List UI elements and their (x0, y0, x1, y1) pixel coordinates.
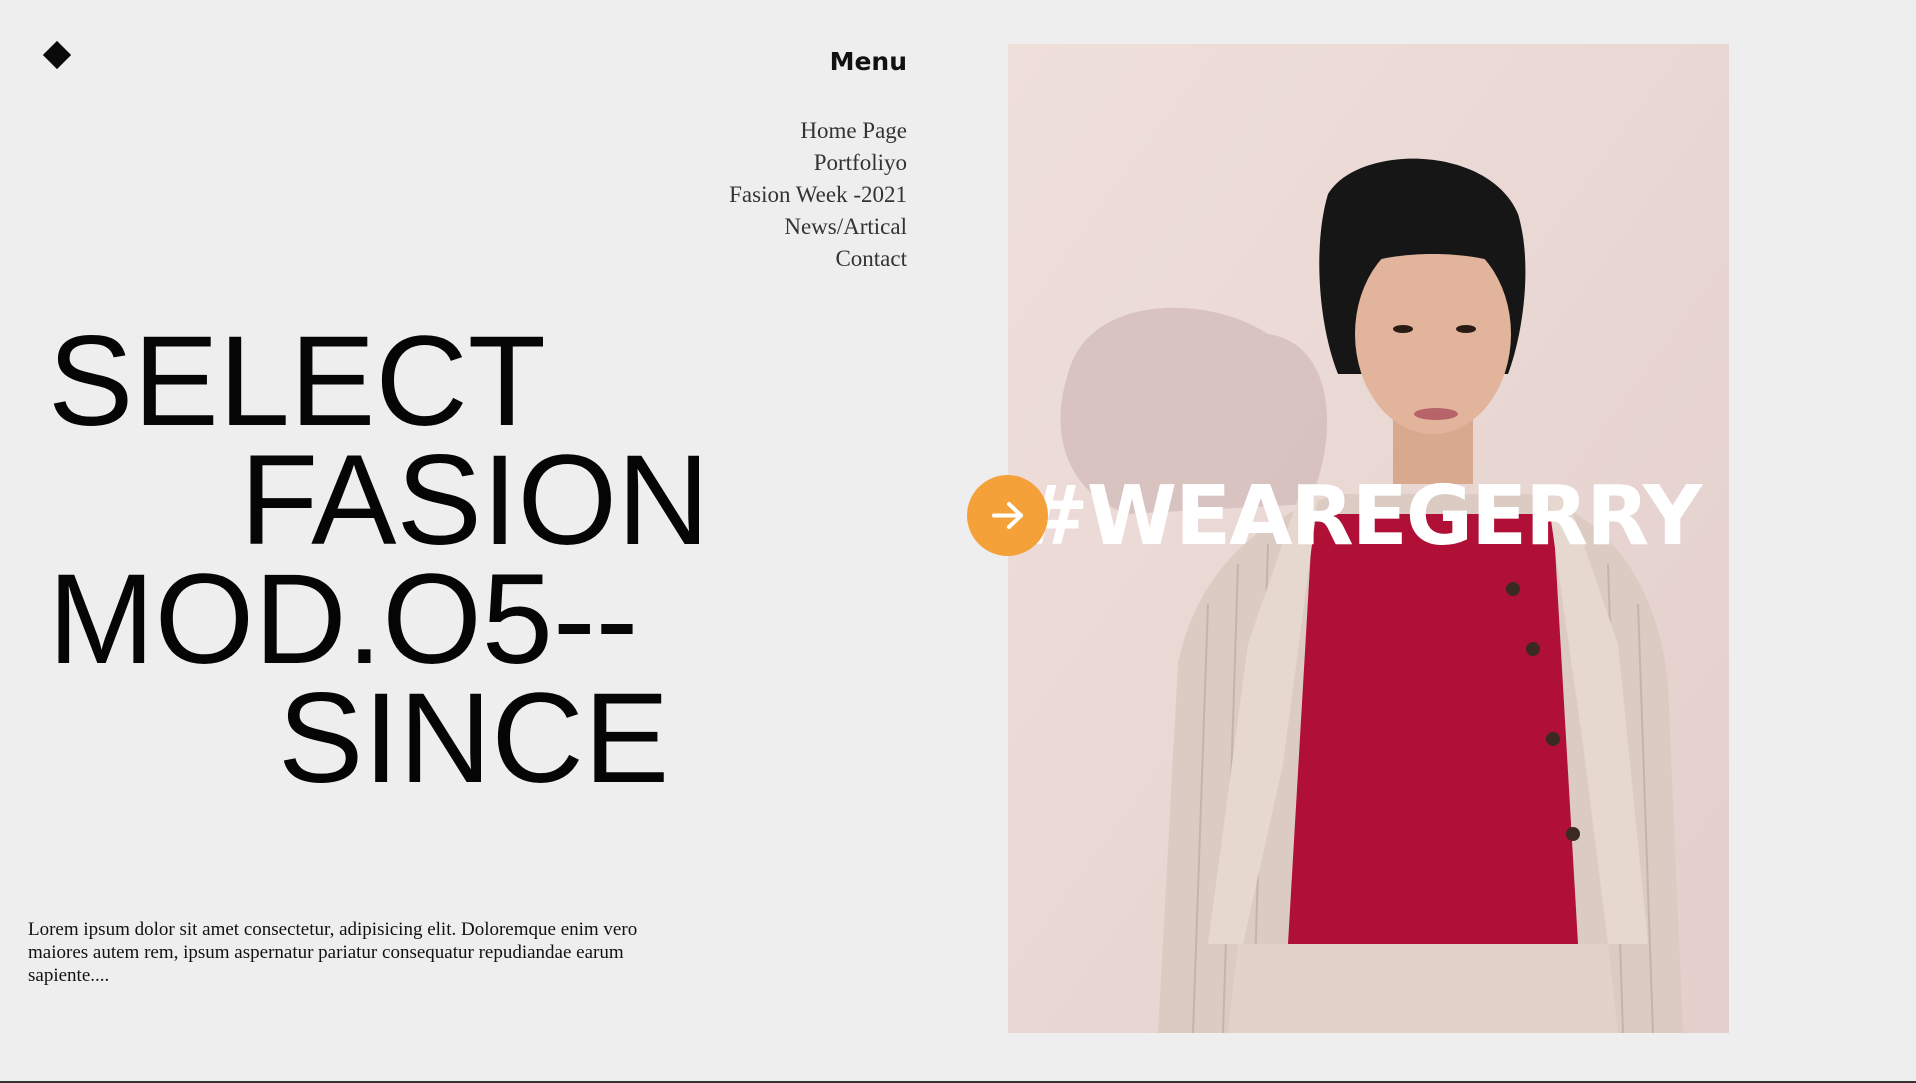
nav-item-portfoliyo[interactable]: Portfoliyo (729, 147, 907, 179)
hero-line-3: MOD.O5-- (48, 548, 639, 691)
nav-item-contact[interactable]: Contact (729, 243, 907, 275)
next-button[interactable] (967, 475, 1048, 556)
hashtag-text: #WEAREGERRY (1020, 469, 1702, 564)
hero-line-4: SINCE (278, 667, 670, 810)
diamond-icon[interactable] (42, 40, 72, 70)
nav-item-fasion-week[interactable]: Fasion Week -2021 (729, 179, 907, 211)
hero-heading: SELECT FASION MOD.O5-- SINCE (48, 310, 710, 810)
hero-line-1: SELECT (48, 310, 546, 453)
description-text: Lorem ipsum dolor sit amet consectetur, … (28, 919, 638, 986)
hero-line-2: FASION (240, 429, 710, 572)
nav-item-home-page[interactable]: Home Page (729, 115, 907, 147)
nav-item-news-artical[interactable]: News/Artical (729, 211, 907, 243)
menu-title: Menu (829, 47, 907, 76)
arrow-right-icon (992, 502, 1023, 529)
main-nav: Home Page Portfoliyo Fasion Week -2021 N… (729, 115, 907, 275)
